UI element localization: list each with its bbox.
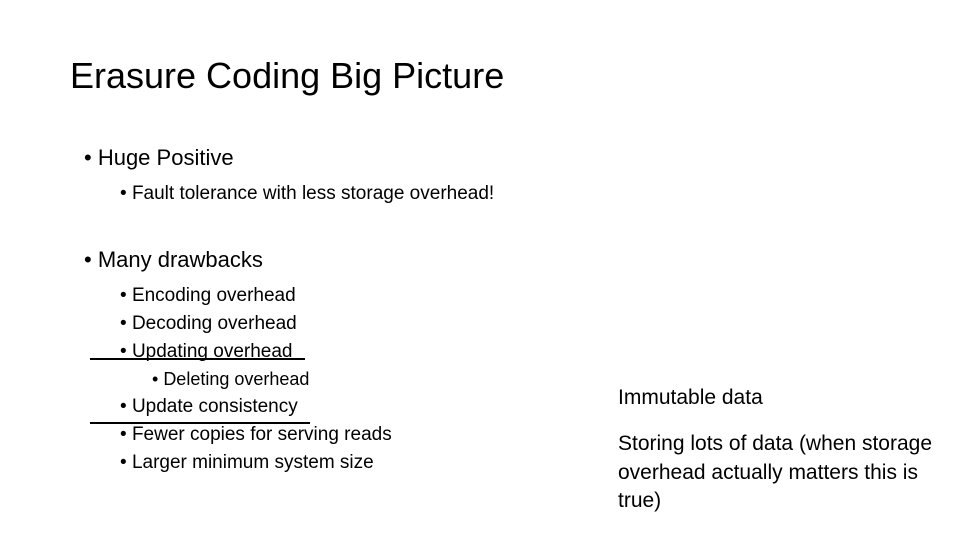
slide-title: Erasure Coding Big Picture <box>70 55 960 97</box>
side-notes: Immutable data Storing lots of data (whe… <box>618 384 960 515</box>
bullet-huge-positive: Huge Positive <box>84 145 960 171</box>
slide: Erasure Coding Big Picture Huge Positive… <box>0 0 960 540</box>
note-storing: Storing lots of data (when storage overh… <box>618 430 960 515</box>
spacer <box>70 211 960 247</box>
bullet-encoding: Encoding overhead <box>120 285 960 307</box>
strikethrough-updating <box>90 358 305 360</box>
strikethrough-update-consistency <box>90 422 310 424</box>
note-immutable: Immutable data <box>618 384 960 412</box>
bullet-many-drawbacks: Many drawbacks <box>84 247 960 273</box>
bullet-decoding: Decoding overhead <box>120 313 960 335</box>
bullet-fault-tolerance: Fault tolerance with less storage overhe… <box>120 183 960 205</box>
